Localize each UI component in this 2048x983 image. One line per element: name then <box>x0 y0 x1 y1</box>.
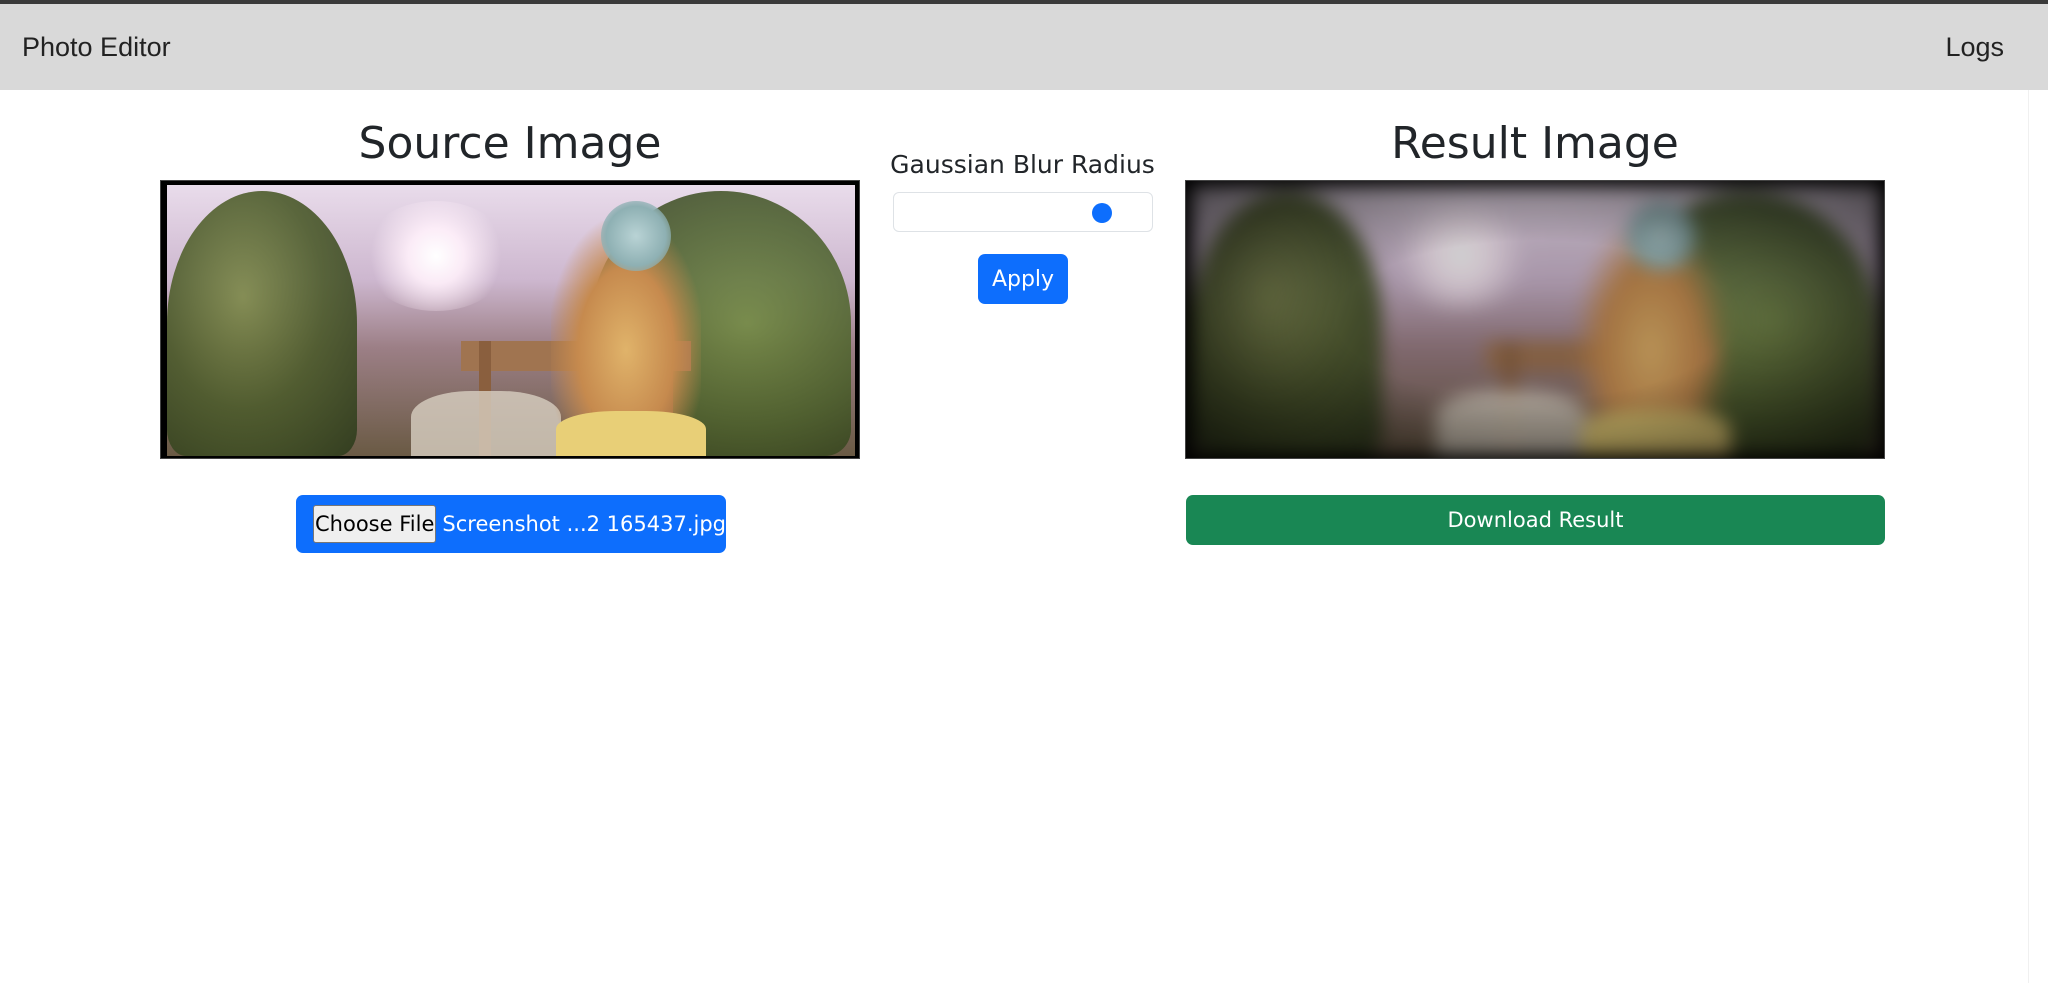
choose-file-button[interactable]: Choose File <box>313 505 437 543</box>
navbar: Photo Editor Logs <box>0 4 2048 90</box>
apply-button[interactable]: Apply <box>978 254 1068 304</box>
logs-link[interactable]: Logs <box>1945 32 2004 63</box>
blur-radius-label: Gaussian Blur Radius <box>890 150 1155 179</box>
source-image <box>160 180 860 459</box>
slider-thumb[interactable] <box>1092 203 1112 223</box>
source-image-title: Source Image <box>358 118 662 169</box>
result-image <box>1185 180 1885 459</box>
brand-title[interactable]: Photo Editor <box>22 32 171 63</box>
selected-file-name: Screenshot ...2 165437.jpg <box>442 512 726 536</box>
page-scrollbar[interactable] <box>2028 90 2048 983</box>
result-image-title: Result Image <box>1391 118 1679 169</box>
file-input[interactable]: Choose File Screenshot ...2 165437.jpg <box>296 495 726 553</box>
download-result-button[interactable]: Download Result <box>1186 495 1885 545</box>
blur-radius-slider[interactable] <box>893 192 1153 232</box>
